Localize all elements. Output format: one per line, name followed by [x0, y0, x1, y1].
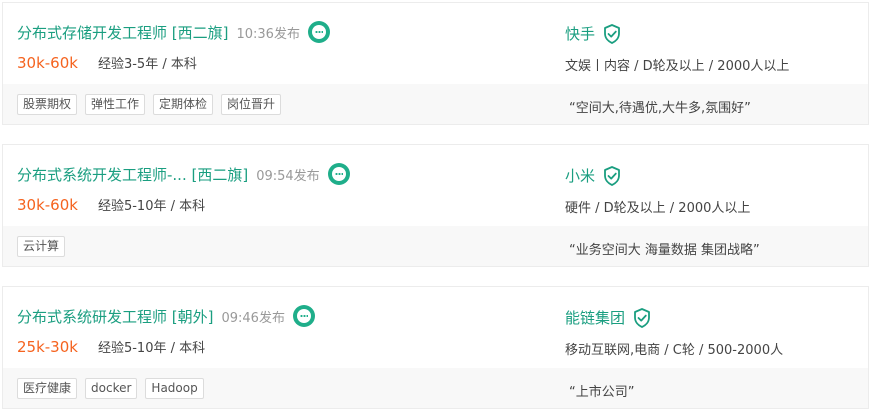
company-slogan: “业务空间大 海量数据 集团战略” [569, 243, 760, 258]
job-card-main: 分布式存储开发工程师 [西二旗] 10:36发布 30k-60k 经验3-5年 … [3, 3, 868, 84]
salary: 25k-30k [17, 337, 78, 356]
job-title-link[interactable]: 分布式存储开发工程师 [西二旗] [17, 22, 228, 43]
job-requirement: 经验5-10年 / 本科 [97, 341, 206, 356]
job-title-row: 分布式存储开发工程师 [西二旗] 10:36发布 [17, 21, 330, 43]
tag: 云计算 [17, 236, 66, 257]
tag: Hadoop [145, 378, 204, 399]
tag-list: 云计算 [17, 236, 66, 257]
job-title-row: 分布式系统开发工程师-... [西二旗] 09:54发布 [17, 163, 350, 185]
tag: 股票期权 [17, 94, 78, 115]
company-row: 小米 [565, 165, 621, 186]
verified-shield-icon [604, 165, 620, 186]
job-card-footer: 云计算 “业务空间大 海量数据 集团战略” [3, 226, 868, 266]
job-title-link[interactable]: 分布式系统研发工程师 [朝外] [17, 306, 213, 327]
tag-list: 股票期权 弹性工作 定期体检 岗位晋升 [17, 94, 282, 115]
tag: 岗位晋升 [221, 94, 282, 115]
chat-icon[interactable] [307, 21, 330, 43]
salary-row: 25k-30k 经验5-10年 / 本科 [17, 337, 206, 357]
salary: 30k-60k [17, 195, 78, 214]
company-name-link[interactable]: 能链集团 [565, 307, 625, 328]
tag-list: 医疗健康 docker Hadoop [17, 378, 204, 399]
publish-time: 09:46发布 [221, 310, 285, 326]
job-title-link[interactable]: 分布式系统开发工程师-... [西二旗] [17, 164, 248, 185]
company-info: 移动互联网,电商 / C轮 / 500-2000人 [565, 343, 784, 358]
company-slogan: “上市公司” [569, 385, 635, 400]
salary: 30k-60k [17, 53, 78, 72]
company-row: 快手 [565, 23, 621, 44]
publish-time: 10:36发布 [236, 26, 300, 42]
job-card-main: 分布式系统开发工程师-... [西二旗] 09:54发布 30k-60k 经验5… [3, 145, 868, 226]
tag: docker [85, 378, 138, 399]
publish-time: 09:54发布 [256, 168, 320, 184]
company-info: 硬件 / D轮及以上 / 2000人以上 [565, 201, 751, 216]
company-slogan: “空间大,待遇优,大牛多,氛围好” [569, 101, 751, 116]
job-requirement: 经验3-5年 / 本科 [97, 57, 197, 72]
tag: 弹性工作 [85, 94, 146, 115]
salary-row: 30k-60k 经验3-5年 / 本科 [17, 53, 197, 73]
tag: 定期体检 [153, 94, 214, 115]
job-card[interactable]: 分布式系统开发工程师-... [西二旗] 09:54发布 30k-60k 经验5… [2, 144, 869, 267]
job-requirement: 经验5-10年 / 本科 [97, 199, 206, 214]
company-row: 能链集团 [565, 307, 651, 328]
salary-row: 30k-60k 经验5-10年 / 本科 [17, 195, 206, 215]
job-card[interactable]: 分布式系统研发工程师 [朝外] 09:46发布 25k-30k 经验5-10年 … [2, 286, 869, 409]
verified-shield-icon [604, 23, 620, 44]
job-card[interactable]: 分布式存储开发工程师 [西二旗] 10:36发布 30k-60k 经验3-5年 … [2, 2, 869, 125]
company-name-link[interactable]: 快手 [565, 23, 595, 44]
job-title-row: 分布式系统研发工程师 [朝外] 09:46发布 [17, 305, 315, 327]
chat-icon[interactable] [292, 305, 315, 327]
job-card-footer: 医疗健康 docker Hadoop “上市公司” [3, 368, 868, 408]
chat-icon[interactable] [327, 163, 350, 185]
company-name-link[interactable]: 小米 [565, 165, 595, 186]
company-info: 文娱丨内容 / D轮及以上 / 2000人以上 [565, 59, 790, 74]
job-card-main: 分布式系统研发工程师 [朝外] 09:46发布 25k-30k 经验5-10年 … [3, 287, 868, 368]
job-card-footer: 股票期权 弹性工作 定期体检 岗位晋升 “空间大,待遇优,大牛多,氛围好” [3, 84, 868, 124]
verified-shield-icon [634, 307, 650, 328]
tag: 医疗健康 [17, 378, 78, 399]
